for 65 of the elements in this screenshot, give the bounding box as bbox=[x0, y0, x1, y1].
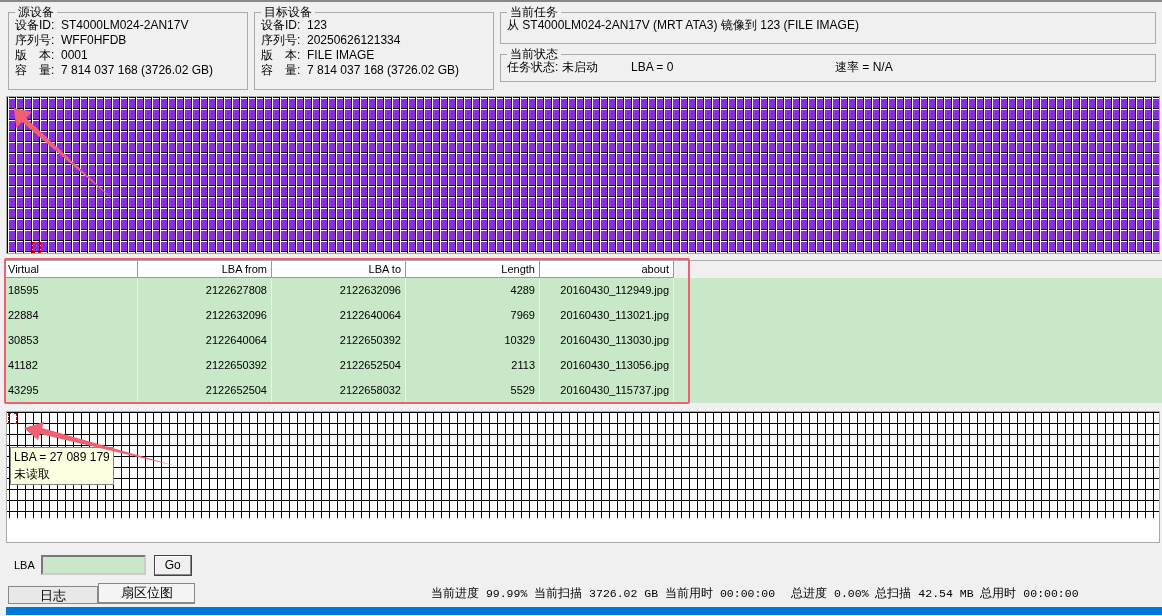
table-cell: 20160430_113056.jpg bbox=[540, 353, 674, 378]
table-cell: 2122650392 bbox=[138, 353, 272, 378]
tab[interactable]: 扇区位图 bbox=[98, 583, 195, 604]
selection-marker bbox=[32, 242, 41, 253]
field-label: 版 本: bbox=[261, 48, 302, 63]
table-cell: 10329 bbox=[406, 328, 540, 353]
table-cell: 2122652504 bbox=[138, 378, 272, 403]
field-label: 序列号: bbox=[261, 33, 302, 48]
table-cell: 4289 bbox=[406, 278, 540, 303]
table-cell: 20160430_113030.jpg bbox=[540, 328, 674, 353]
status-value: 速率 = N/A bbox=[835, 60, 894, 75]
table-cell: 2122658032 bbox=[272, 378, 406, 403]
table-cell: 20160430_115737.jpg bbox=[540, 378, 674, 403]
field-label: 版 本: bbox=[15, 48, 56, 63]
tooltip-text: 未读取 bbox=[14, 466, 51, 483]
status-value: LBA = 0 bbox=[631, 60, 675, 75]
status-value: 任务状态: 未启动 bbox=[507, 60, 599, 75]
table-cell: 7969 bbox=[406, 303, 540, 328]
field-label: LBA bbox=[14, 559, 35, 571]
table-cell: 30853 bbox=[4, 328, 138, 353]
table-cell: 5529 bbox=[406, 378, 540, 403]
table-cell: 43295 bbox=[4, 378, 138, 403]
field-value: ST4000LM024-2AN17V bbox=[61, 18, 189, 33]
column-header[interactable]: Virtual bbox=[4, 261, 138, 278]
lba-input[interactable] bbox=[40, 555, 146, 575]
table-cell: 2122632096 bbox=[272, 278, 406, 303]
status-text: 当前进度 99.99% 当前扫描 3726.02 GB 当前用时 00:00:00 bbox=[431, 586, 776, 602]
field-value: WFF0HFDB bbox=[61, 33, 127, 48]
table-cell: 2122632096 bbox=[138, 303, 272, 328]
table-cell: 18595 bbox=[4, 278, 138, 303]
group-title: 当前任务 bbox=[509, 6, 559, 18]
field-value: FILE IMAGE bbox=[307, 48, 375, 63]
group-title: 目标设备 bbox=[263, 6, 313, 18]
table-cell: 22884 bbox=[4, 303, 138, 328]
table-cell: 20160430_112949.jpg bbox=[540, 278, 674, 303]
column-header[interactable]: LBA to bbox=[272, 261, 406, 278]
table-cell: 41182 bbox=[4, 353, 138, 378]
go-button[interactable]: Go bbox=[153, 554, 192, 576]
field-label: 设备ID: bbox=[15, 18, 56, 33]
field-label: 序列号: bbox=[15, 33, 56, 48]
table-cell: 2122652504 bbox=[272, 353, 406, 378]
task-description: 从 ST4000LM024-2AN17V (MRT ATA3) 镜像到 123 (FILE IMAGE) bbox=[507, 18, 859, 33]
table-cell: 2122640064 bbox=[138, 328, 272, 353]
table-cell: 2122627808 bbox=[138, 278, 272, 303]
field-value: 20250626121334 bbox=[307, 33, 401, 48]
field-label: 容 量: bbox=[15, 63, 56, 78]
column-header[interactable]: LBA from bbox=[138, 261, 272, 278]
status-text: 总进度 0.00% 总扫描 42.54 MB 总用时 00:00:00 bbox=[791, 586, 1079, 602]
field-value: 123 bbox=[307, 18, 328, 33]
table-cell: 2122650392 bbox=[272, 328, 406, 353]
field-label: 设备ID: bbox=[261, 18, 302, 33]
field-value: 7 814 037 168 (3726.02 GB) bbox=[307, 63, 460, 78]
field-label: 容 量: bbox=[261, 63, 302, 78]
column-header[interactable]: about bbox=[540, 261, 674, 278]
field-value: 7 814 037 168 (3726.02 GB) bbox=[61, 63, 214, 78]
selection-marker bbox=[8, 413, 17, 424]
table-cell: 2113 bbox=[406, 353, 540, 378]
table-cell: 20160430_113021.jpg bbox=[540, 303, 674, 328]
table-cell: 2122640064 bbox=[272, 303, 406, 328]
field-value: 0001 bbox=[61, 48, 88, 63]
group-title: 当前状态 bbox=[509, 48, 559, 60]
column-header[interactable]: Length bbox=[406, 261, 540, 278]
tab[interactable]: 日志 bbox=[8, 586, 98, 604]
group-title: 源设备 bbox=[17, 6, 55, 18]
tooltip-text: LBA = 27 089 179 bbox=[14, 449, 110, 466]
